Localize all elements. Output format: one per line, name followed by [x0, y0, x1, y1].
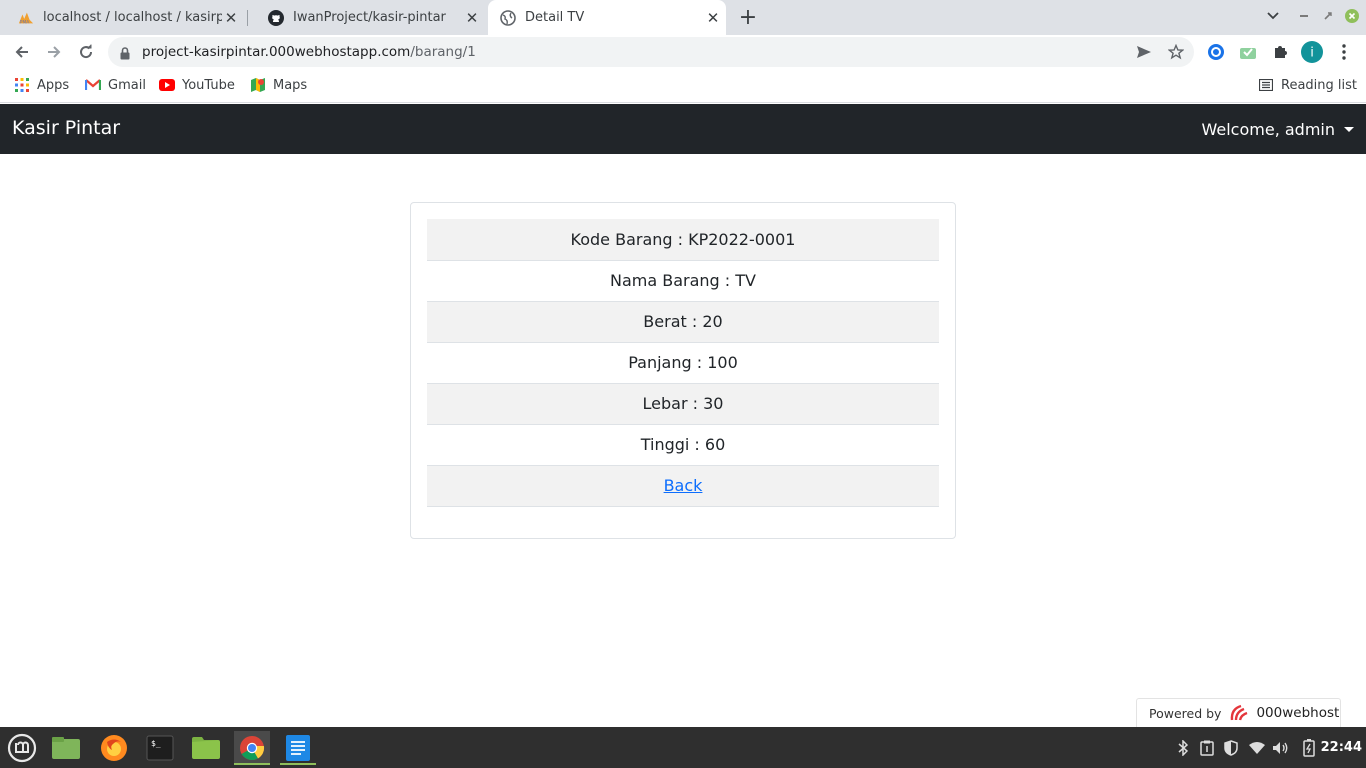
text-editor-icon[interactable] — [280, 731, 316, 765]
active-indicator — [234, 763, 270, 765]
bookmark-youtube[interactable]: YouTube — [159, 77, 235, 93]
table-row: Tinggi : 60 — [427, 424, 939, 466]
minimize-icon[interactable] — [1296, 6, 1312, 26]
back-link[interactable]: Back — [664, 476, 703, 495]
send-icon[interactable] — [1132, 40, 1156, 64]
bookmark-label: YouTube — [182, 77, 235, 93]
lock-icon[interactable] — [120, 45, 130, 64]
table-row: Lebar : 30 — [427, 383, 939, 425]
mint-menu-icon[interactable] — [4, 731, 40, 765]
show-desktop-icon[interactable] — [48, 731, 84, 765]
detail-table: Kode Barang : KP2022-0001 Nama Barang : … — [427, 219, 939, 507]
extensions-puzzle-icon[interactable] — [1268, 40, 1292, 64]
welcome-label: Welcome, admin — [1201, 120, 1336, 139]
globe-icon — [500, 9, 516, 26]
detail-kode-barang: Kode Barang : KP2022-0001 — [427, 219, 939, 261]
detail-card: Kode Barang : KP2022-0001 Nama Barang : … — [410, 202, 956, 539]
tab-divider — [247, 10, 248, 26]
svg-text:PMA: PMA — [20, 19, 30, 25]
powered-by-label: Powered by — [1149, 705, 1222, 721]
brand-link[interactable]: Kasir Pintar — [12, 117, 120, 139]
table-row: Panjang : 100 — [427, 342, 939, 384]
forward-nav-icon[interactable] — [40, 38, 68, 66]
profile-avatar[interactable]: i — [1300, 40, 1324, 64]
chrome-menu-icon[interactable] — [1332, 40, 1356, 64]
back-nav-icon[interactable] — [8, 38, 36, 66]
table-row: Berat : 20 — [427, 301, 939, 343]
maps-icon — [250, 77, 266, 93]
desktop-taskbar: $_ 22:44 — [0, 727, 1366, 768]
address-bar[interactable]: project-kasirpintar.000webhostapp.com/ba… — [108, 37, 1194, 67]
volume-icon[interactable] — [1272, 739, 1290, 757]
tab-phpmyadmin[interactable]: PMA localhost / localhost / kasirpintar … — [0, 0, 244, 35]
powered-by-badge[interactable]: Powered by 000webhost — [1136, 698, 1341, 727]
tab-title: Detail TV — [525, 10, 585, 25]
files-icon[interactable] — [188, 731, 224, 765]
url-text[interactable]: project-kasirpintar.000webhostapp.com/ba… — [142, 44, 476, 60]
bookmark-maps[interactable]: Maps — [250, 77, 307, 93]
clipboard-icon[interactable] — [1198, 739, 1216, 757]
url-path: /barang/1 — [410, 44, 476, 60]
app-navbar: Kasir Pintar Welcome, admin — [0, 104, 1366, 154]
bookmark-star-icon[interactable] — [1164, 40, 1188, 64]
firefox-icon[interactable] — [96, 731, 132, 765]
svg-text:$_: $_ — [151, 739, 161, 748]
tab-title: IwanProject/kasir-pintar — [293, 10, 446, 25]
detail-lebar: Lebar : 30 — [427, 383, 939, 425]
battery-icon[interactable] — [1300, 739, 1318, 757]
reading-list-icon — [1258, 77, 1274, 93]
close-tab-icon[interactable]: ✕ — [463, 9, 481, 27]
reading-list-label: Reading list — [1281, 77, 1357, 93]
bookmark-apps[interactable]: Apps — [14, 77, 69, 93]
running-indicator — [280, 763, 316, 765]
tab-title: localhost / localhost / kasirpintar — [43, 10, 222, 25]
gmail-icon — [85, 77, 101, 93]
detail-panjang: Panjang : 100 — [427, 342, 939, 384]
terminal-icon[interactable]: $_ — [142, 731, 178, 765]
url-host: project-kasirpintar.000webhostapp.com — [142, 44, 411, 60]
caret-down-icon — [1344, 127, 1354, 132]
browser-toolbar: project-kasirpintar.000webhostapp.com/ba… — [0, 35, 1366, 69]
user-dropdown[interactable]: Welcome, admin — [1201, 120, 1354, 139]
restore-icon[interactable] — [1320, 6, 1336, 26]
extension-inbox-icon[interactable] — [1236, 40, 1260, 64]
shield-icon[interactable] — [1222, 739, 1240, 757]
reading-list-button[interactable]: Reading list — [1258, 77, 1357, 93]
bookmark-gmail[interactable]: Gmail — [85, 77, 146, 93]
back-cell: Back — [427, 465, 939, 507]
tab-github[interactable]: IwanProject/kasir-pintar ✕ — [250, 0, 485, 35]
table-row: Nama Barang : TV — [427, 260, 939, 302]
chrome-icon[interactable] — [234, 731, 270, 765]
detail-berat: Berat : 20 — [427, 301, 939, 343]
bookmark-label: Maps — [273, 77, 308, 93]
youtube-icon — [159, 77, 175, 93]
tab-search-icon[interactable] — [1263, 6, 1283, 26]
webhost-logo-icon — [1231, 704, 1248, 721]
table-row: Back — [427, 465, 939, 507]
close-tab-icon[interactable]: ✕ — [704, 9, 722, 27]
table-row: Kode Barang : KP2022-0001 — [427, 219, 939, 261]
detail-tinggi: Tinggi : 60 — [427, 424, 939, 466]
extension-edge-icon[interactable] — [1204, 40, 1228, 64]
browser-tab-strip: PMA localhost / localhost / kasirpintar … — [0, 0, 1366, 35]
bluetooth-icon[interactable] — [1174, 739, 1192, 757]
webhost-name: 000webhost — [1256, 705, 1340, 721]
bookmark-label: Gmail — [108, 77, 146, 93]
github-icon — [268, 9, 284, 26]
phpmyadmin-icon: PMA — [18, 10, 34, 26]
detail-nama-barang: Nama Barang : TV — [427, 260, 939, 302]
close-tab-icon[interactable]: ✕ — [222, 9, 240, 27]
clock[interactable]: 22:44 — [1321, 740, 1362, 755]
apps-grid-icon — [14, 77, 30, 93]
tab-detail-tv[interactable]: Detail TV ✕ — [488, 0, 726, 35]
webhost-logo: 000webhost — [1229, 703, 1339, 723]
wifi-icon[interactable] — [1248, 739, 1266, 757]
profile-initial: i — [1310, 46, 1314, 61]
close-window-icon[interactable] — [1343, 6, 1361, 26]
bookmark-label: Apps — [37, 77, 70, 93]
reload-icon[interactable] — [72, 38, 100, 66]
bookmarks-bar: Apps Gmail YouTube Maps Reading list — [0, 69, 1366, 103]
new-tab-button[interactable]: + — [736, 5, 760, 30]
